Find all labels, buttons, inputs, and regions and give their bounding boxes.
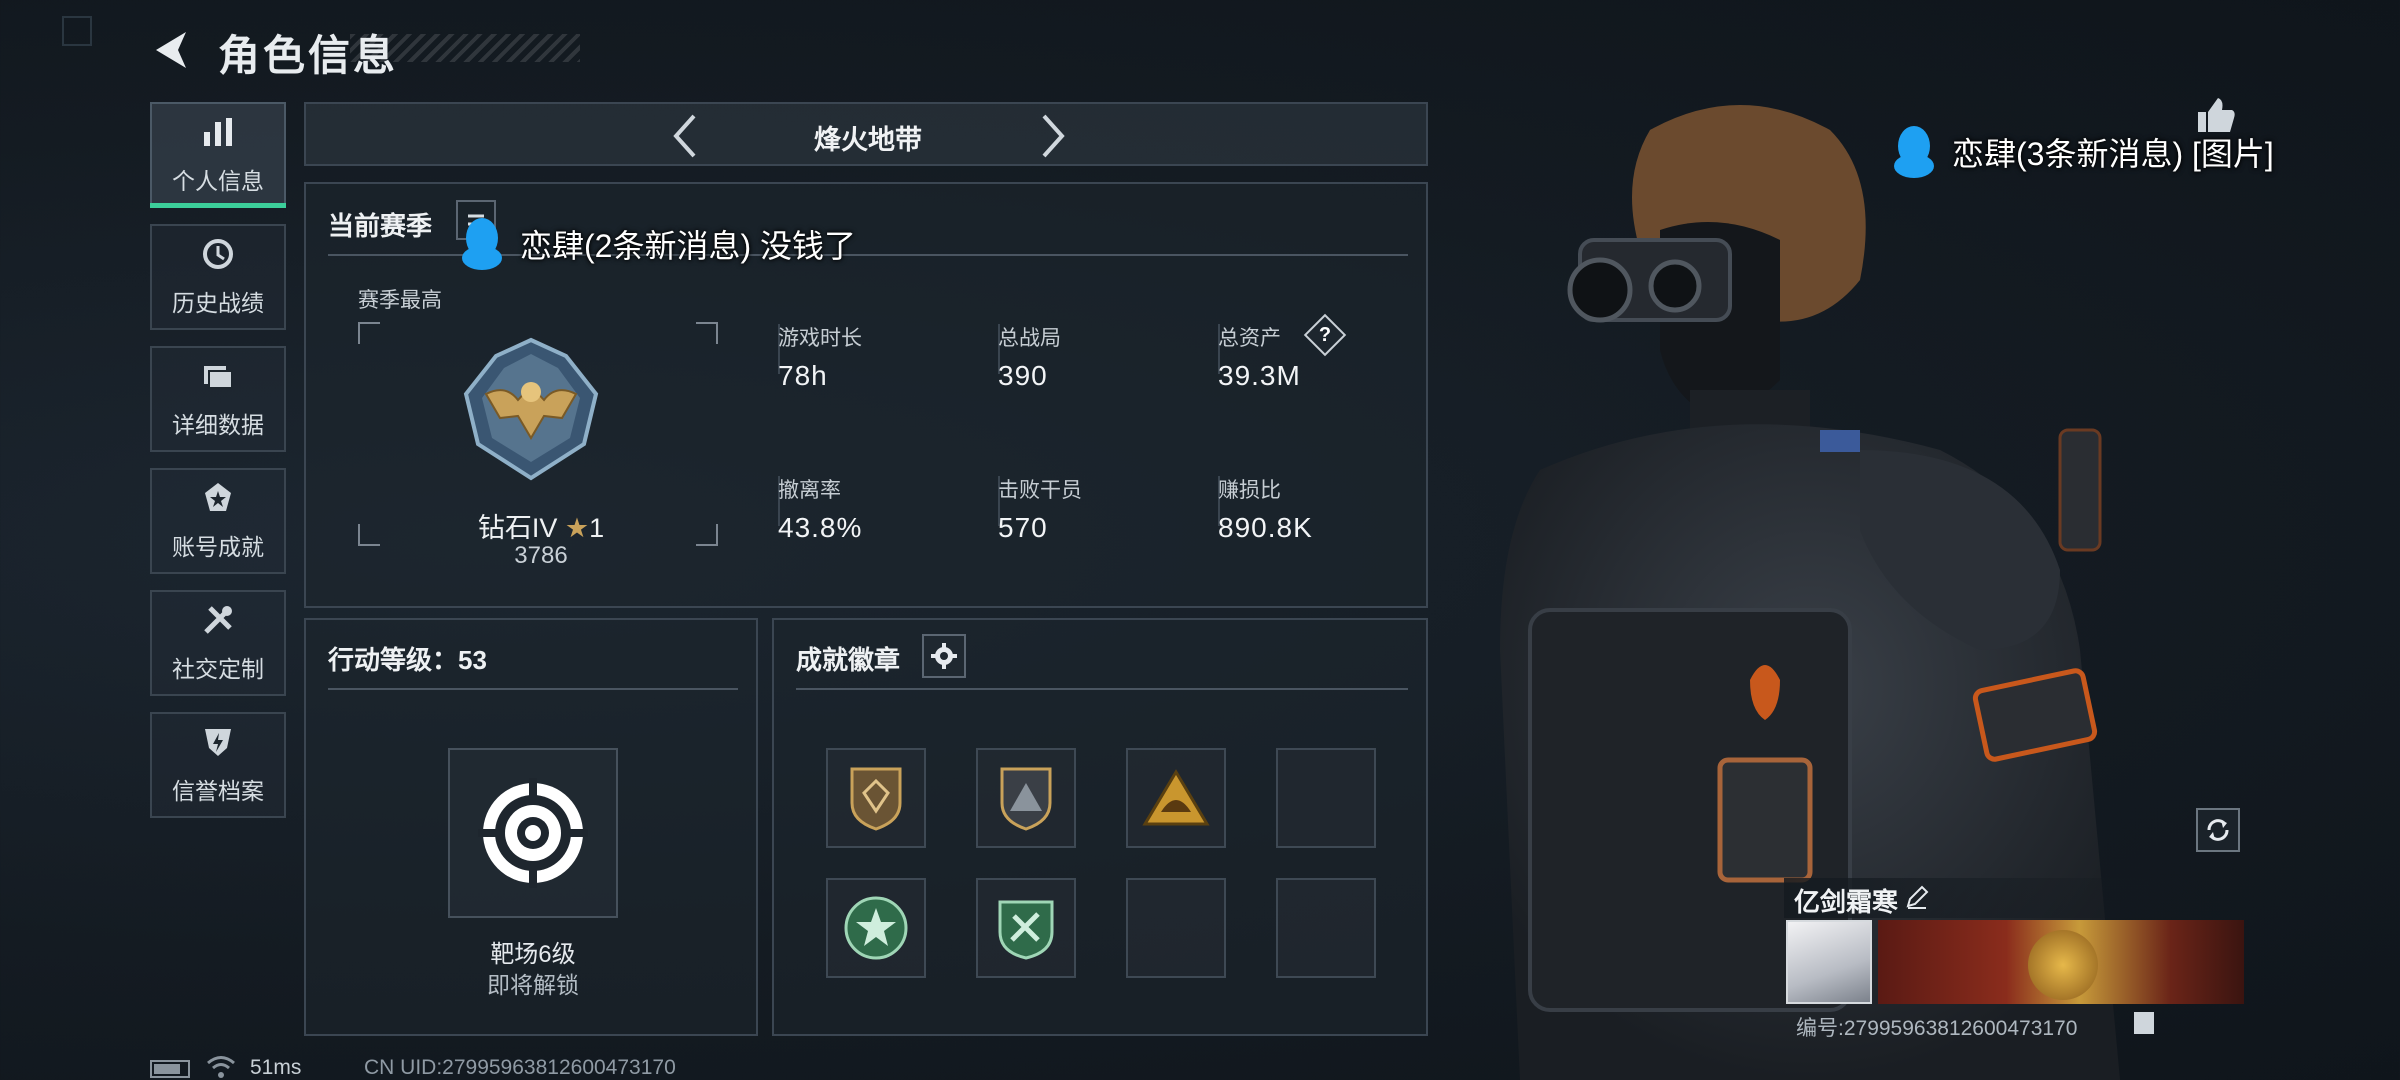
triangle-badge-icon xyxy=(1142,769,1210,826)
corner-decoration xyxy=(62,16,92,46)
shield-icon xyxy=(198,724,238,764)
banner-character-icon xyxy=(2028,930,2098,1000)
sidebar-item-reputation[interactable]: 信誉档案 xyxy=(150,712,286,818)
stat-label-play-time: 游戏时长 xyxy=(778,327,862,350)
achievement-badges-panel: 成就徽章 xyxy=(772,618,1428,1036)
range-level-name: 靶场6级 xyxy=(490,941,576,968)
stat-label-assets: 总资产 xyxy=(1218,327,1281,350)
sidebar-item-social[interactable]: 社交定制 xyxy=(150,590,286,696)
badge-settings-button[interactable] xyxy=(922,634,966,678)
wifi-icon xyxy=(206,1054,236,1080)
player-id: 编号:2799596381260047317​0 xyxy=(1796,1017,2078,1040)
folder-icon xyxy=(198,358,238,398)
star-icon: ★ xyxy=(564,513,590,543)
stat-value-play-time: 78h xyxy=(778,360,828,391)
sidebar-item-label: 账号成就 xyxy=(172,534,264,560)
range-level-card[interactable] xyxy=(448,748,618,918)
battery-icon xyxy=(150,1060,190,1078)
profile-name-bar: 亿剑霜寒 xyxy=(1784,878,2244,918)
sidebar-item-achievements[interactable]: 账号成就 xyxy=(150,468,286,574)
badge-slot[interactable] xyxy=(826,748,926,848)
rank-stars: 1 xyxy=(589,513,605,543)
avatar[interactable] xyxy=(1786,920,1872,1004)
season-selector: 烽火地带 xyxy=(304,102,1428,166)
sidebar-item-label: 信誉档案 xyxy=(172,778,264,804)
stat-label-matches: 总战局 xyxy=(998,327,1061,350)
player-name: 亿剑霜寒 xyxy=(1794,887,1899,917)
gear-icon xyxy=(931,643,957,669)
shield-tools-badge-icon xyxy=(998,900,1054,960)
mountain-badge-icon xyxy=(1000,767,1052,831)
rotate-button[interactable] xyxy=(2196,808,2240,852)
sidebar-item-history[interactable]: 历史战绩 xyxy=(150,224,286,330)
back-arrow-icon[interactable] xyxy=(150,28,194,72)
bar-chart-icon xyxy=(198,114,238,154)
page-title: 角色信息 xyxy=(218,32,399,79)
season-best-label: 赛季最高 xyxy=(358,289,442,312)
sidebar-item-label: 详细数据 xyxy=(172,412,264,438)
copy-icon[interactable] xyxy=(2134,1012,2154,1034)
sidebar-item-personal-info[interactable]: 个人信息 xyxy=(150,102,286,208)
stat-value-matches: 390 xyxy=(998,360,1048,391)
badge-slot-empty[interactable] xyxy=(1126,878,1226,978)
sidebar-item-detail-data[interactable]: 详细数据 xyxy=(150,346,286,452)
notification-text: 恋肆(2条新消息) 没钱了 xyxy=(520,228,857,264)
badge-slot-empty[interactable] xyxy=(1276,748,1376,848)
badge-slot[interactable] xyxy=(976,878,1076,978)
range-level-status: 即将解锁 xyxy=(487,972,579,998)
rank-name: 钻石IV xyxy=(477,513,558,543)
qq-penguin-icon xyxy=(1894,126,1934,178)
action-level-panel: 行动等级：53 靶场6级 即将解锁 xyxy=(304,618,758,1036)
edit-icon[interactable] xyxy=(1904,884,1930,915)
sidebar-item-label: 个人信息 xyxy=(172,168,264,194)
tools-icon xyxy=(198,602,238,642)
badge-slot[interactable] xyxy=(826,878,926,978)
ping-text: 51ms xyxy=(250,1056,302,1079)
crest-badge-icon xyxy=(850,767,902,831)
stat-value-extract-rate: 43.8% xyxy=(778,512,863,543)
sidebar-item-label: 历史战绩 xyxy=(172,290,264,316)
uid-text: CN UID:2799596381260047317​0 xyxy=(364,1056,676,1079)
divider xyxy=(328,688,738,690)
target-icon xyxy=(478,778,588,888)
current-season-title: 当前赛季 xyxy=(328,211,433,241)
stat-label-profit-ratio: 赚损比 xyxy=(1218,479,1281,502)
stat-value-assets: 39.3M xyxy=(1218,360,1301,391)
rank-name-row: 钻石IV ★1 xyxy=(456,506,626,545)
rank-score: 3786 xyxy=(514,542,568,569)
stat-value-kills: 570 xyxy=(998,512,1048,543)
rotate-icon xyxy=(2207,819,2229,841)
help-glyph: ? xyxy=(1318,324,1332,346)
stat-value-profit-ratio: 890.8K xyxy=(1218,512,1313,543)
action-level-title: 行动等级：53 xyxy=(328,645,487,675)
divider xyxy=(796,688,1408,690)
stat-label-kills: 击败干员 xyxy=(998,479,1082,502)
thumbs-up-icon[interactable] xyxy=(2196,96,2236,136)
stat-label-extract-rate: 撤离率 xyxy=(778,479,841,502)
profile-banner[interactable] xyxy=(1878,920,2244,1004)
history-icon xyxy=(198,236,238,276)
badge-slot[interactable] xyxy=(976,748,1076,848)
qq-penguin-icon xyxy=(462,218,502,270)
star-badge-icon xyxy=(844,896,908,960)
sidebar-item-label: 社交定制 xyxy=(172,656,264,682)
badge-slot[interactable] xyxy=(1126,748,1226,848)
rank-emblem-icon xyxy=(456,334,606,484)
achievement-icon xyxy=(198,480,238,520)
badges-title: 成就徽章 xyxy=(796,645,901,675)
notification-toast[interactable]: 恋肆(2条新消息) 没钱了 xyxy=(458,216,856,272)
badge-slot-empty[interactable] xyxy=(1276,878,1376,978)
season-name: 烽火地带 xyxy=(814,125,922,155)
chevron-right-icon[interactable] xyxy=(1032,112,1072,160)
